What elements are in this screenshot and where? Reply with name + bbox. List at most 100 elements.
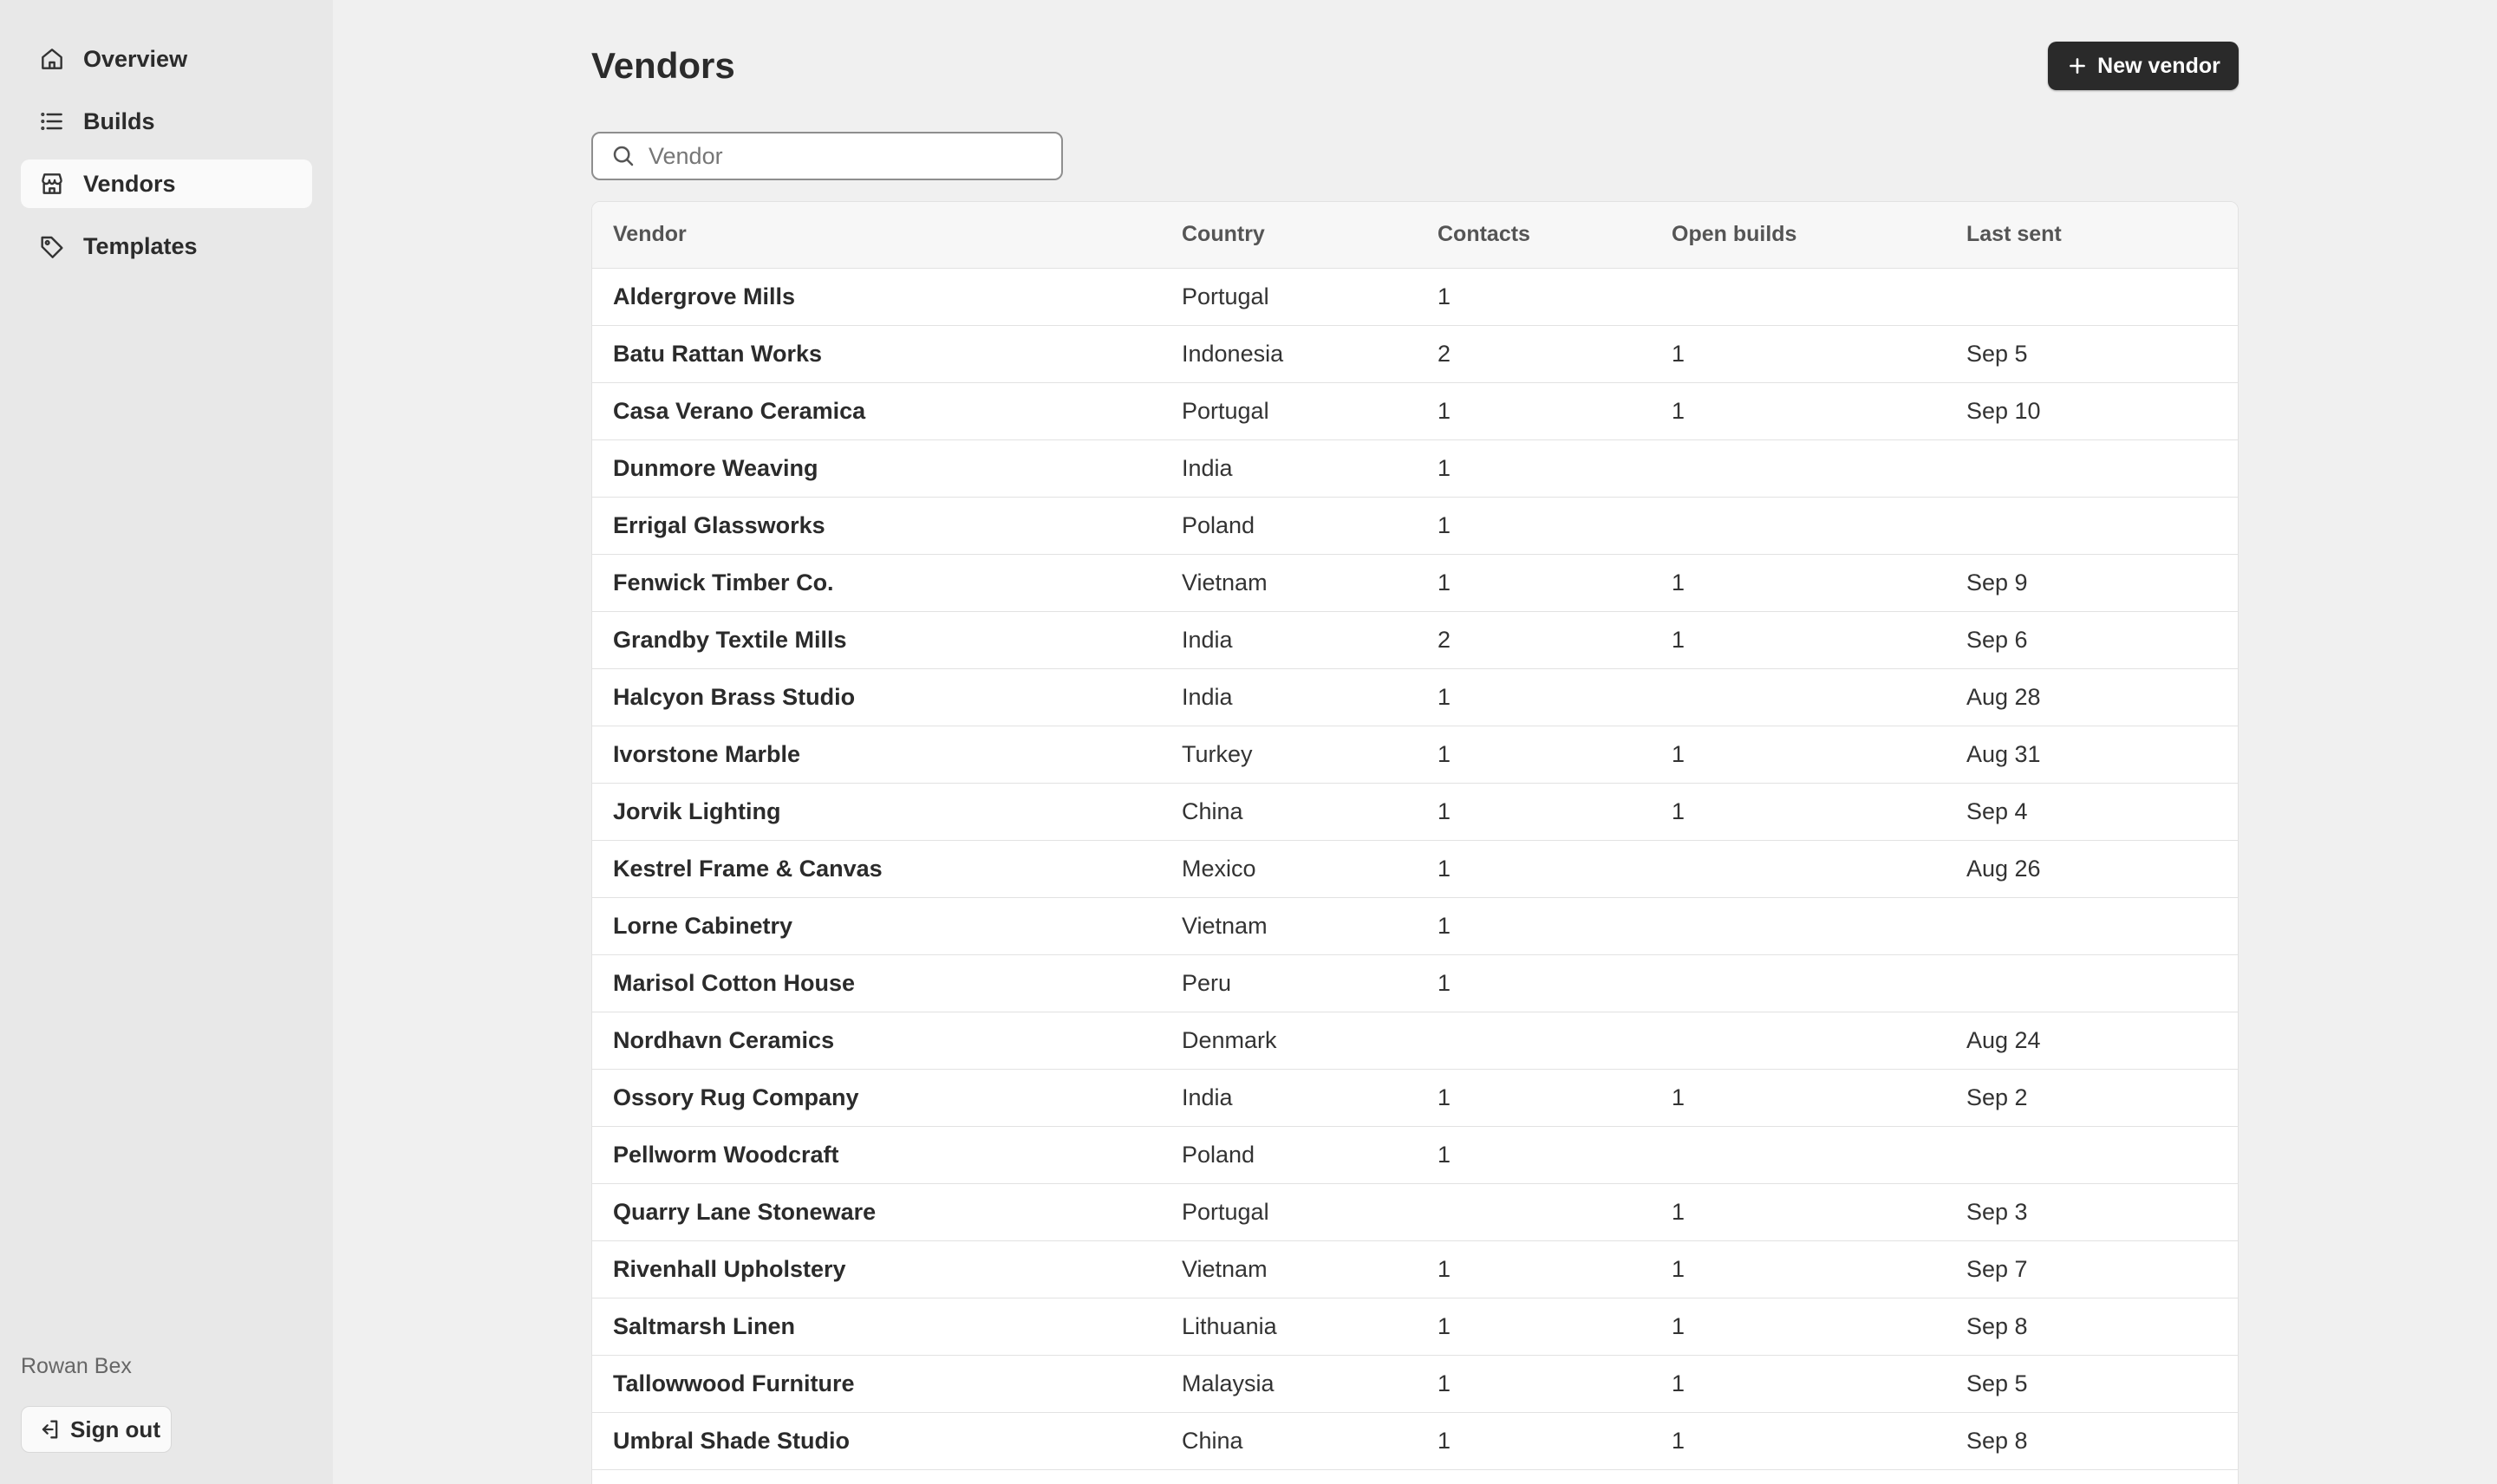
table-row[interactable]: Saltmarsh Linen Lithuania 1 1 Sep 8: [592, 1298, 2238, 1356]
last-sent-cell: Sep 8: [1966, 1412, 2238, 1470]
vendor-cell[interactable]: Errigal Glassworks: [592, 497, 1182, 555]
last-sent-cell: [1966, 268, 2238, 326]
home-icon: [38, 45, 66, 73]
column-header-last-sent[interactable]: Last sent: [1966, 202, 2238, 269]
last-sent-cell: Aug 26: [1966, 840, 2238, 898]
table-row[interactable]: [592, 1469, 2238, 1484]
table-row[interactable]: Ossory Rug Company India 1 1 Sep 2: [592, 1069, 2238, 1127]
open-builds-cell: [1672, 497, 1966, 555]
open-builds-cell: 1: [1672, 1298, 1966, 1356]
table-row[interactable]: Grandby Textile Mills India 2 1 Sep 6: [592, 611, 2238, 669]
country-cell: Poland: [1182, 497, 1438, 555]
last-sent-cell: Sep 5: [1966, 325, 2238, 383]
last-sent-cell: [1966, 954, 2238, 1012]
table-body: Aldergrove Mills Portugal 1 Batu Rattan Wor…: [592, 268, 2238, 1484]
sidebar-item-vendors[interactable]: Vendors: [21, 159, 312, 208]
open-builds-cell: 1: [1672, 325, 1966, 383]
table-row[interactable]: Halcyon Brass Studio India 1 Aug 28: [592, 668, 2238, 726]
vendor-cell[interactable]: Fenwick Timber Co.: [592, 554, 1182, 612]
country-cell: Vietnam: [1182, 1240, 1438, 1298]
column-header-vendor[interactable]: Vendor: [592, 202, 1182, 269]
contacts-cell: [1438, 1183, 1672, 1241]
country-cell: Turkey: [1182, 726, 1438, 784]
open-builds-cell: 1: [1672, 611, 1966, 669]
open-builds-cell: 1: [1672, 382, 1966, 440]
last-sent-cell: [1966, 439, 2238, 498]
column-header-contacts[interactable]: Contacts: [1438, 202, 1672, 269]
vendor-cell[interactable]: Pellworm Woodcraft: [592, 1126, 1182, 1184]
last-sent-cell: Sep 3: [1966, 1183, 2238, 1241]
vendor-cell[interactable]: Kestrel Frame & Canvas: [592, 840, 1182, 898]
vendor-cell[interactable]: Nordhavn Ceramics: [592, 1012, 1182, 1070]
contacts-cell: 1: [1438, 1069, 1672, 1127]
sidebar-item-templates[interactable]: Templates: [21, 222, 312, 270]
sidebar-item-builds[interactable]: Builds: [21, 97, 312, 146]
last-sent-cell: [1966, 497, 2238, 555]
vendor-cell[interactable]: [592, 1469, 1182, 1484]
vendor-cell[interactable]: Quarry Lane Stoneware: [592, 1183, 1182, 1241]
table-row[interactable]: Fenwick Timber Co. Vietnam 1 1 Sep 9: [592, 554, 2238, 612]
table-row[interactable]: Lorne Cabinetry Vietnam 1: [592, 897, 2238, 955]
contacts-cell: 1: [1438, 439, 1672, 498]
contacts-cell: 1: [1438, 1240, 1672, 1298]
vendor-cell[interactable]: Lorne Cabinetry: [592, 897, 1182, 955]
vendor-cell[interactable]: Dunmore Weaving: [592, 439, 1182, 498]
contacts-cell: 2: [1438, 325, 1672, 383]
table-row[interactable]: Errigal Glassworks Poland 1: [592, 497, 2238, 555]
open-builds-cell: 1: [1672, 1069, 1966, 1127]
table-row[interactable]: Kestrel Frame & Canvas Mexico 1 Aug 26: [592, 840, 2238, 898]
table-row[interactable]: Dunmore Weaving India 1: [592, 439, 2238, 498]
sidebar-item-label: Overview: [83, 45, 188, 72]
open-builds-cell: [1672, 897, 1966, 955]
table-row[interactable]: Rivenhall Upholstery Vietnam 1 1 Sep 7: [592, 1240, 2238, 1298]
open-builds-cell: [1672, 1469, 1966, 1484]
new-vendor-button[interactable]: New vendor: [2048, 42, 2239, 90]
vendor-cell[interactable]: Grandby Textile Mills: [592, 611, 1182, 669]
contacts-cell: 1: [1438, 382, 1672, 440]
table-row[interactable]: Tallowwood Furniture Malaysia 1 1 Sep 5: [592, 1355, 2238, 1413]
contacts-cell: 1: [1438, 1126, 1672, 1184]
vendor-cell[interactable]: Aldergrove Mills: [592, 268, 1182, 326]
vendor-cell[interactable]: Halcyon Brass Studio: [592, 668, 1182, 726]
table-row[interactable]: Nordhavn Ceramics Denmark Aug 24: [592, 1012, 2238, 1070]
table-row[interactable]: Casa Verano Ceramica Portugal 1 1 Sep 10: [592, 382, 2238, 440]
vendor-cell[interactable]: Batu Rattan Works: [592, 325, 1182, 383]
search-input[interactable]: [649, 142, 1047, 170]
vendor-cell[interactable]: Ossory Rug Company: [592, 1069, 1182, 1127]
open-builds-cell: [1672, 840, 1966, 898]
list-icon: [38, 107, 66, 135]
country-cell: India: [1182, 1069, 1438, 1127]
open-builds-cell: 1: [1672, 783, 1966, 841]
vendor-cell[interactable]: Marisol Cotton House: [592, 954, 1182, 1012]
column-header-open-builds[interactable]: Open builds: [1672, 202, 1966, 269]
table-row[interactable]: Batu Rattan Works Indonesia 2 1 Sep 5: [592, 325, 2238, 383]
table-row[interactable]: Pellworm Woodcraft Poland 1: [592, 1126, 2238, 1184]
vendor-cell[interactable]: Casa Verano Ceramica: [592, 382, 1182, 440]
vendor-cell[interactable]: Rivenhall Upholstery: [592, 1240, 1182, 1298]
country-cell: Portugal: [1182, 382, 1438, 440]
contacts-cell: 1: [1438, 1355, 1672, 1413]
vendor-cell[interactable]: Jorvik Lighting: [592, 783, 1182, 841]
new-vendor-label: New vendor: [2097, 53, 2220, 78]
country-cell: India: [1182, 668, 1438, 726]
table-row[interactable]: Umbral Shade Studio China 1 1 Sep 8: [592, 1412, 2238, 1470]
vendor-cell[interactable]: Saltmarsh Linen: [592, 1298, 1182, 1356]
table-row[interactable]: Aldergrove Mills Portugal 1: [592, 268, 2238, 326]
vendor-cell[interactable]: Ivorstone Marble: [592, 726, 1182, 784]
sign-out-button[interactable]: Sign out: [21, 1406, 172, 1453]
contacts-cell: 2: [1438, 611, 1672, 669]
vendor-cell[interactable]: Tallowwood Furniture: [592, 1355, 1182, 1413]
open-builds-cell: 1: [1672, 726, 1966, 784]
open-builds-cell: 1: [1672, 1183, 1966, 1241]
sign-out-icon: [42, 1420, 58, 1439]
table-row[interactable]: Marisol Cotton House Peru 1: [592, 954, 2238, 1012]
user-name: Rowan Bex: [21, 1354, 132, 1378]
table-row[interactable]: Quarry Lane Stoneware Portugal 1 Sep 3: [592, 1183, 2238, 1241]
column-header-country[interactable]: Country: [1182, 202, 1438, 269]
sidebar-item-label: Vendors: [83, 170, 176, 197]
table-row[interactable]: Ivorstone Marble Turkey 1 1 Aug 31: [592, 726, 2238, 784]
vendor-cell[interactable]: Umbral Shade Studio: [592, 1412, 1182, 1470]
country-cell: Indonesia: [1182, 325, 1438, 383]
table-row[interactable]: Jorvik Lighting China 1 1 Sep 4: [592, 783, 2238, 841]
sidebar-item-overview[interactable]: Overview: [21, 35, 312, 83]
